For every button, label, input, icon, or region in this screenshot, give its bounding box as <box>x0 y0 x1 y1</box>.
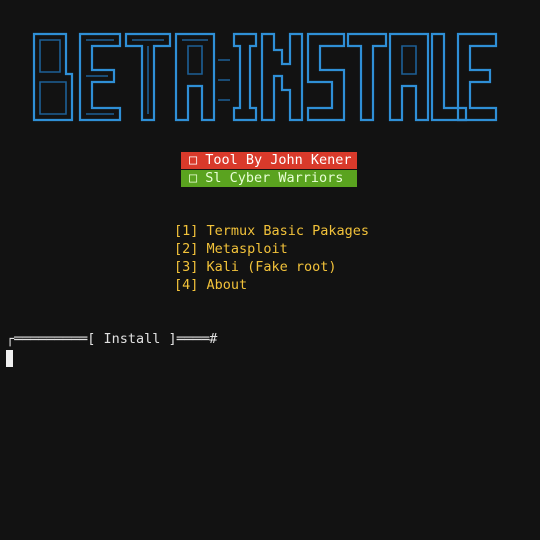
author-badge: □ Tool By John Kener <box>181 152 357 169</box>
banner-letter-i <box>232 32 258 122</box>
banner-letter-e <box>78 32 122 122</box>
banner-letter-s <box>306 32 346 122</box>
banner-art <box>32 32 498 122</box>
terminal-cursor[interactable] <box>6 350 13 367</box>
banner-separator <box>218 59 230 101</box>
banner-letter-n <box>260 32 304 122</box>
banner-letter-a <box>174 32 216 122</box>
banner-letter-b <box>32 32 74 122</box>
menu-item-termux[interactable]: [1] Termux Basic Pakages <box>174 222 369 240</box>
banner-letter-l <box>430 32 468 122</box>
banner-letter-a2 <box>388 32 430 122</box>
install-prompt: ┌═════════[ Install ]════# <box>6 331 218 347</box>
main-menu: [1] Termux Basic Pakages [2] Metasploit … <box>174 222 369 294</box>
ascii-banner <box>30 30 500 128</box>
banner-letter-t <box>124 32 172 122</box>
menu-item-metasploit[interactable]: [2] Metasploit <box>174 240 369 258</box>
menu-item-about[interactable]: [4] About <box>174 276 369 294</box>
team-badge: □ Sl Cyber Warriors <box>181 170 357 187</box>
menu-item-kali[interactable]: [3] Kali (Fake root) <box>174 258 369 276</box>
banner-letter-t2 <box>346 32 388 122</box>
